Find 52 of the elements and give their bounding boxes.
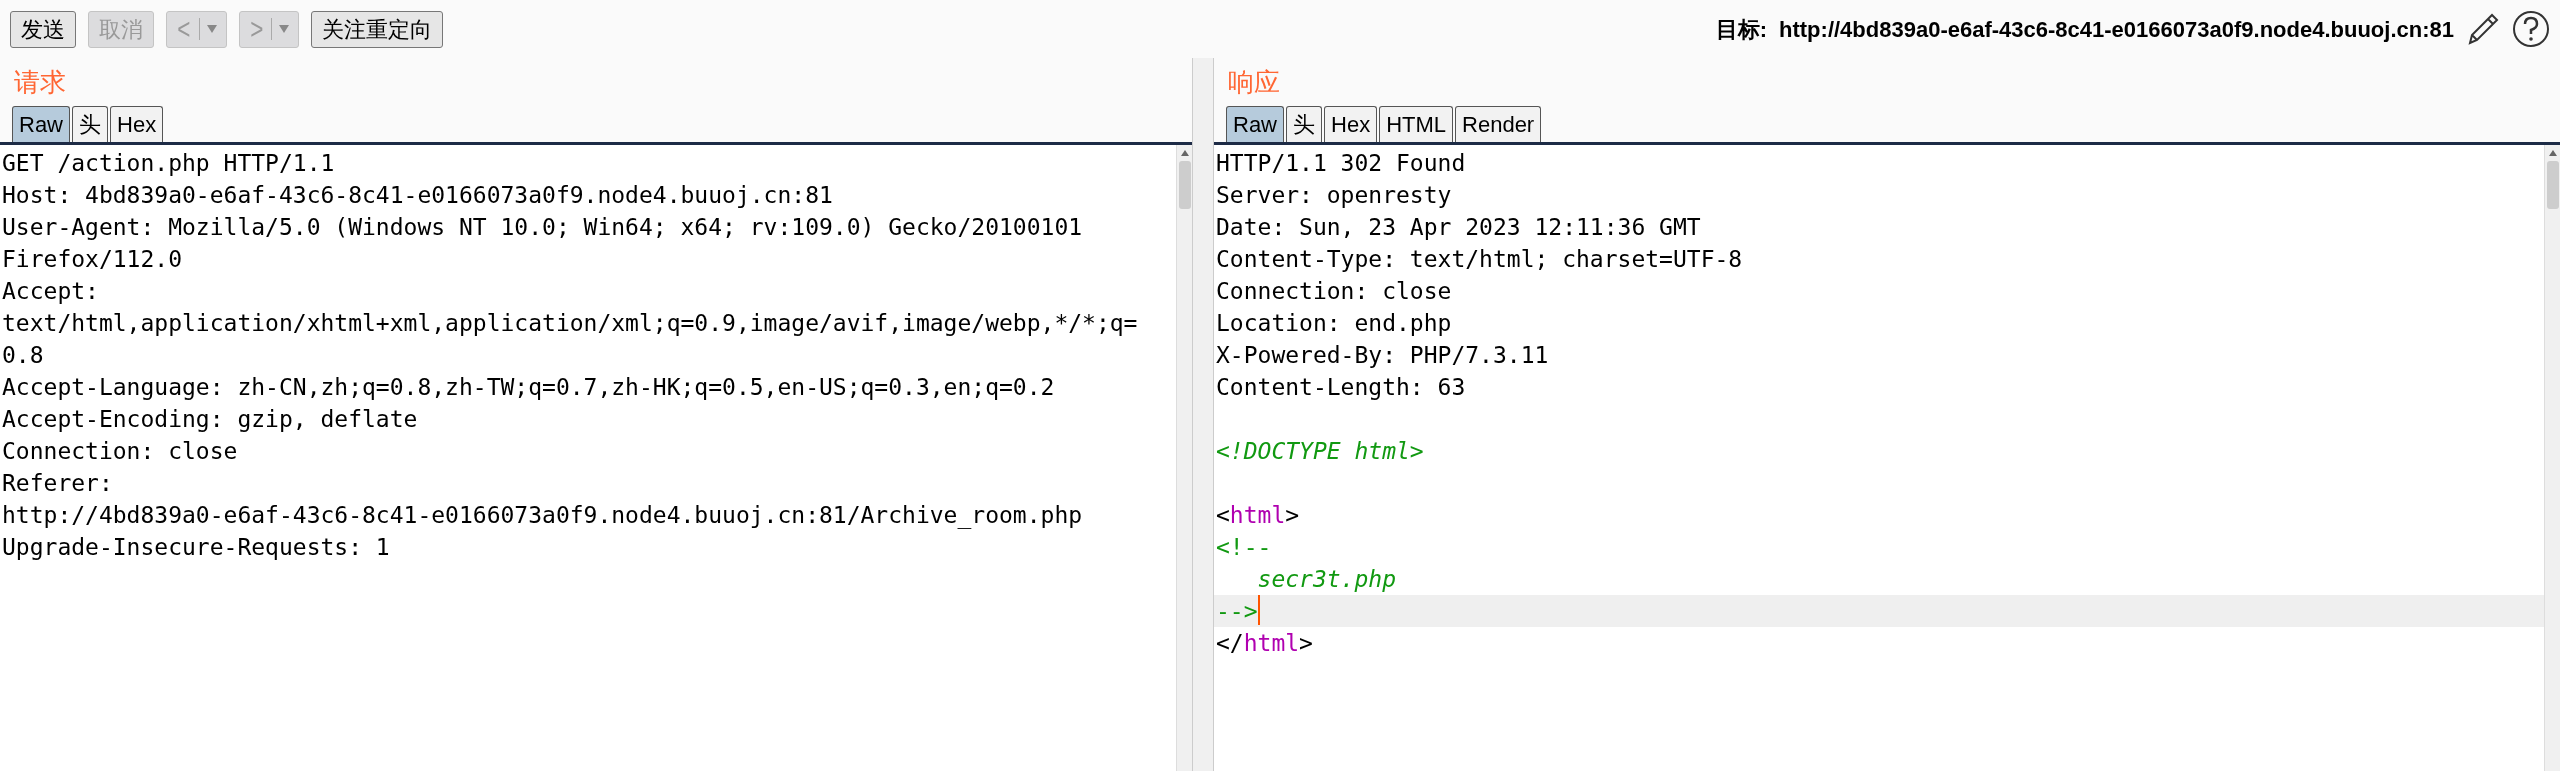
editor-tab[interactable]: 头	[1286, 106, 1322, 142]
request-line: Host: 4bd839a0-e6af-43c6-8c41-e0166073a0f9.node4.buuoj.cn:81	[2, 181, 833, 210]
request-line: 0.8	[2, 341, 44, 370]
scrollbar[interactable]	[2544, 145, 2560, 771]
scrollbar-thumb[interactable]	[2546, 161, 2559, 209]
target-url: http://4bd839a0-e6af-43c6-8c41-e0166073a0f9.node4.buuoj.cn:81	[1779, 15, 2454, 44]
panel-title: 请求	[13, 65, 67, 99]
request-line: Accept-Encoding: gzip, deflate	[2, 405, 418, 434]
request-line: Accept-Language: zh-CN,zh;q=0.8,zh-TW;q=0.7,zh-HK;q=0.5,en-US;q=0.3,en;q=0.2	[2, 373, 1055, 402]
response-line: Date: Sun, 23 Apr 2023 12:11:36 GMT	[1216, 213, 1701, 242]
editor-tab[interactable]: Hex	[1324, 106, 1378, 142]
response-line: X-Powered-By: PHP/7.3.11	[1216, 341, 1549, 370]
scroll-up-icon	[1179, 149, 1190, 157]
scrollbar-thumb[interactable]	[1178, 161, 1191, 209]
scroll-up-icon	[2547, 149, 2558, 157]
request-line: Referer:	[2, 469, 113, 498]
response-line: <!DOCTYPE html>	[1216, 437, 1424, 466]
toolbar-button[interactable]: 发送	[10, 10, 76, 48]
request-line: GET /action.php HTTP/1.1	[2, 149, 335, 178]
response-line: Content-Type: text/html; charset=UTF-8	[1216, 245, 1743, 274]
editor-tab[interactable]: HTML	[1379, 106, 1454, 142]
response-line: -->	[1216, 597, 1258, 626]
response-line: <html>	[1216, 501, 1300, 530]
text-cursor	[1257, 595, 1260, 625]
request-line: Connection: close	[2, 437, 238, 466]
response-line: HTTP/1.1 302 Found	[1216, 149, 1466, 178]
dropdown-caret-icon	[205, 24, 218, 34]
response-line: Server: openresty	[1216, 181, 1452, 210]
pencil-icon[interactable]	[2466, 11, 2500, 47]
response-line: </html>	[1216, 629, 1313, 658]
editor-tab[interactable]: Raw	[1226, 106, 1284, 142]
response-line: <!--	[1216, 533, 1272, 562]
response-line: Connection: close	[1216, 277, 1452, 306]
request-line: http://4bd839a0-e6af-43c6-8c41-e0166073a0f9.node4.buuoj.cn:81/Archive_room.php	[2, 501, 1083, 531]
request-line: User-Agent: Mozilla/5.0 (Windows NT 10.0; Win64; x64; rv:109.0) Gecko/20100101	[2, 213, 1083, 242]
response-line: Location: end.php	[1216, 309, 1452, 338]
dropdown-caret-icon	[278, 24, 291, 34]
request-line: Firefox/112.0	[2, 245, 182, 274]
request-line: text/html,application/xhtml+xml,application/xml;q=0.9,image/avif,image/webp,*/*;q=	[2, 309, 1138, 338]
request-line: Accept:	[2, 277, 99, 306]
request-line: Upgrade-Insecure-Requests: 1	[2, 533, 390, 562]
panel-title: 响应	[1227, 65, 1281, 99]
editor-tab[interactable]: Raw	[12, 106, 70, 142]
editor-tab[interactable]: Hex	[110, 106, 164, 142]
editor-tab[interactable]: Render	[1455, 106, 1542, 142]
response-line: Content-Length: 63	[1216, 373, 1466, 402]
response-line: secr3t.php	[1256, 565, 1396, 594]
toolbar-button[interactable]: 关注重定向	[311, 10, 444, 48]
target-label: 目标:	[1715, 15, 1768, 44]
help-icon[interactable]	[2512, 10, 2550, 48]
scrollbar[interactable]	[1176, 145, 1192, 771]
editor-tab[interactable]: 头	[72, 106, 108, 142]
